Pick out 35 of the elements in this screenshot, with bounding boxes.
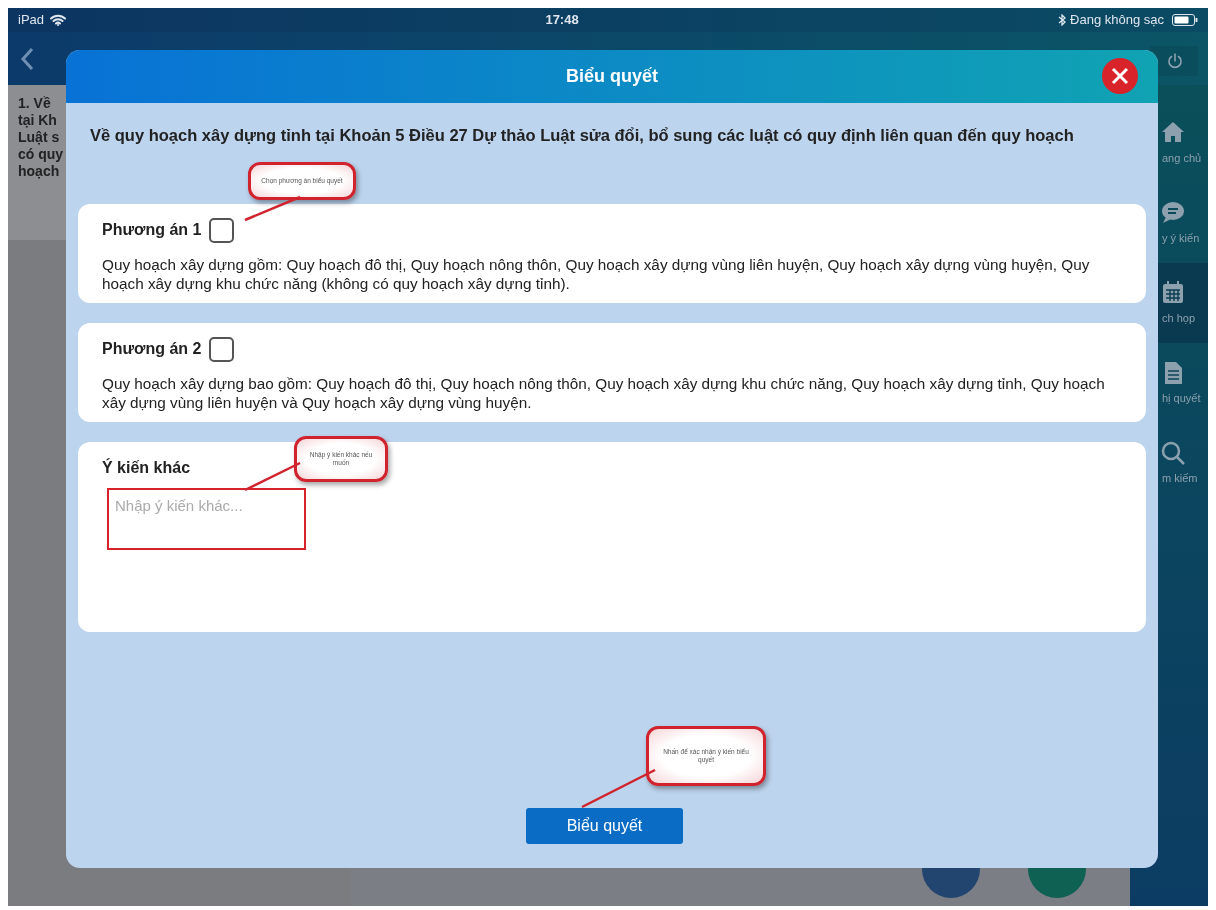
agenda-text-line: có quy — [18, 146, 64, 163]
charging-status: Đang không sạc — [1070, 11, 1164, 30]
option-checkbox[interactable] — [209, 336, 235, 362]
sidebar-item[interactable]: y ý kiến — [1158, 183, 1208, 263]
sidebar-item[interactable]: ang chủ — [1158, 103, 1208, 183]
opinion-input-field[interactable]: Nhập ý kiến khác... — [107, 487, 306, 550]
clock-time: 17:48 — [545, 12, 579, 28]
option-label: Phương án 1 — [102, 220, 202, 241]
option-description: Quy hoạch xây dựng bao gồm: Quy hoạch đô thị, Quy hoạch nông thôn, Quy hoạch xây dựng khu chức năng, Quy hoạch xây dựng tỉnh, Quy hoạch xây dựng vùng liên huyện và Quy hoạch xây dựng vùng huyện. — [102, 373, 1106, 412]
option-description: Quy hoạch xây dựng gồm: Quy hoạch đô thị, Quy hoạch nông thôn, Quy hoạch xây dựng vùng liên huyện, Quy hoạch xây dựng vùng huyện, Quy hoạch xây dựng khu chức năng (không có quy hoạch xây dựng tỉnh). — [102, 254, 1091, 293]
question-text: Về quy hoạch xây dựng tỉnh tại Khoản 5 Điều 27 Dự thảo Luật sửa đổi, bổ sung các luật có quy định liên quan đến quy hoạch — [90, 125, 1075, 146]
sidebar-item[interactable]: m kiếm — [1158, 423, 1208, 503]
option-checkbox[interactable] — [209, 217, 235, 243]
chat-bubble-icon — [1160, 199, 1186, 226]
battery-icon — [1172, 14, 1198, 26]
vote-submit-button[interactable]: Biểu quyết — [526, 808, 683, 844]
search-icon — [1160, 439, 1186, 466]
sidebar-item[interactable]: hị quyết — [1158, 343, 1208, 423]
agenda-text-line: tại Kh — [18, 112, 57, 129]
calendar-icon — [1160, 279, 1186, 306]
close-icon — [1111, 67, 1129, 85]
agenda-text-line: 1. Về — [18, 95, 51, 112]
agenda-text-line: Luật s — [18, 129, 60, 146]
leader-line — [244, 195, 301, 222]
device-name: iPad — [18, 11, 45, 30]
back-chevron-icon[interactable] — [20, 46, 34, 71]
option-label: Phương án 2 — [102, 339, 202, 360]
leader-line — [244, 461, 301, 492]
power-icon — [1166, 52, 1184, 70]
wifi-icon — [50, 14, 67, 26]
bluetooth-icon — [1058, 14, 1067, 26]
other-opinion-label: Ý kiến khác — [102, 457, 191, 478]
close-button[interactable] — [1102, 58, 1138, 94]
dialog-title: Biểu quyết — [566, 65, 658, 88]
agenda-text-line: hoạch — [18, 163, 60, 180]
